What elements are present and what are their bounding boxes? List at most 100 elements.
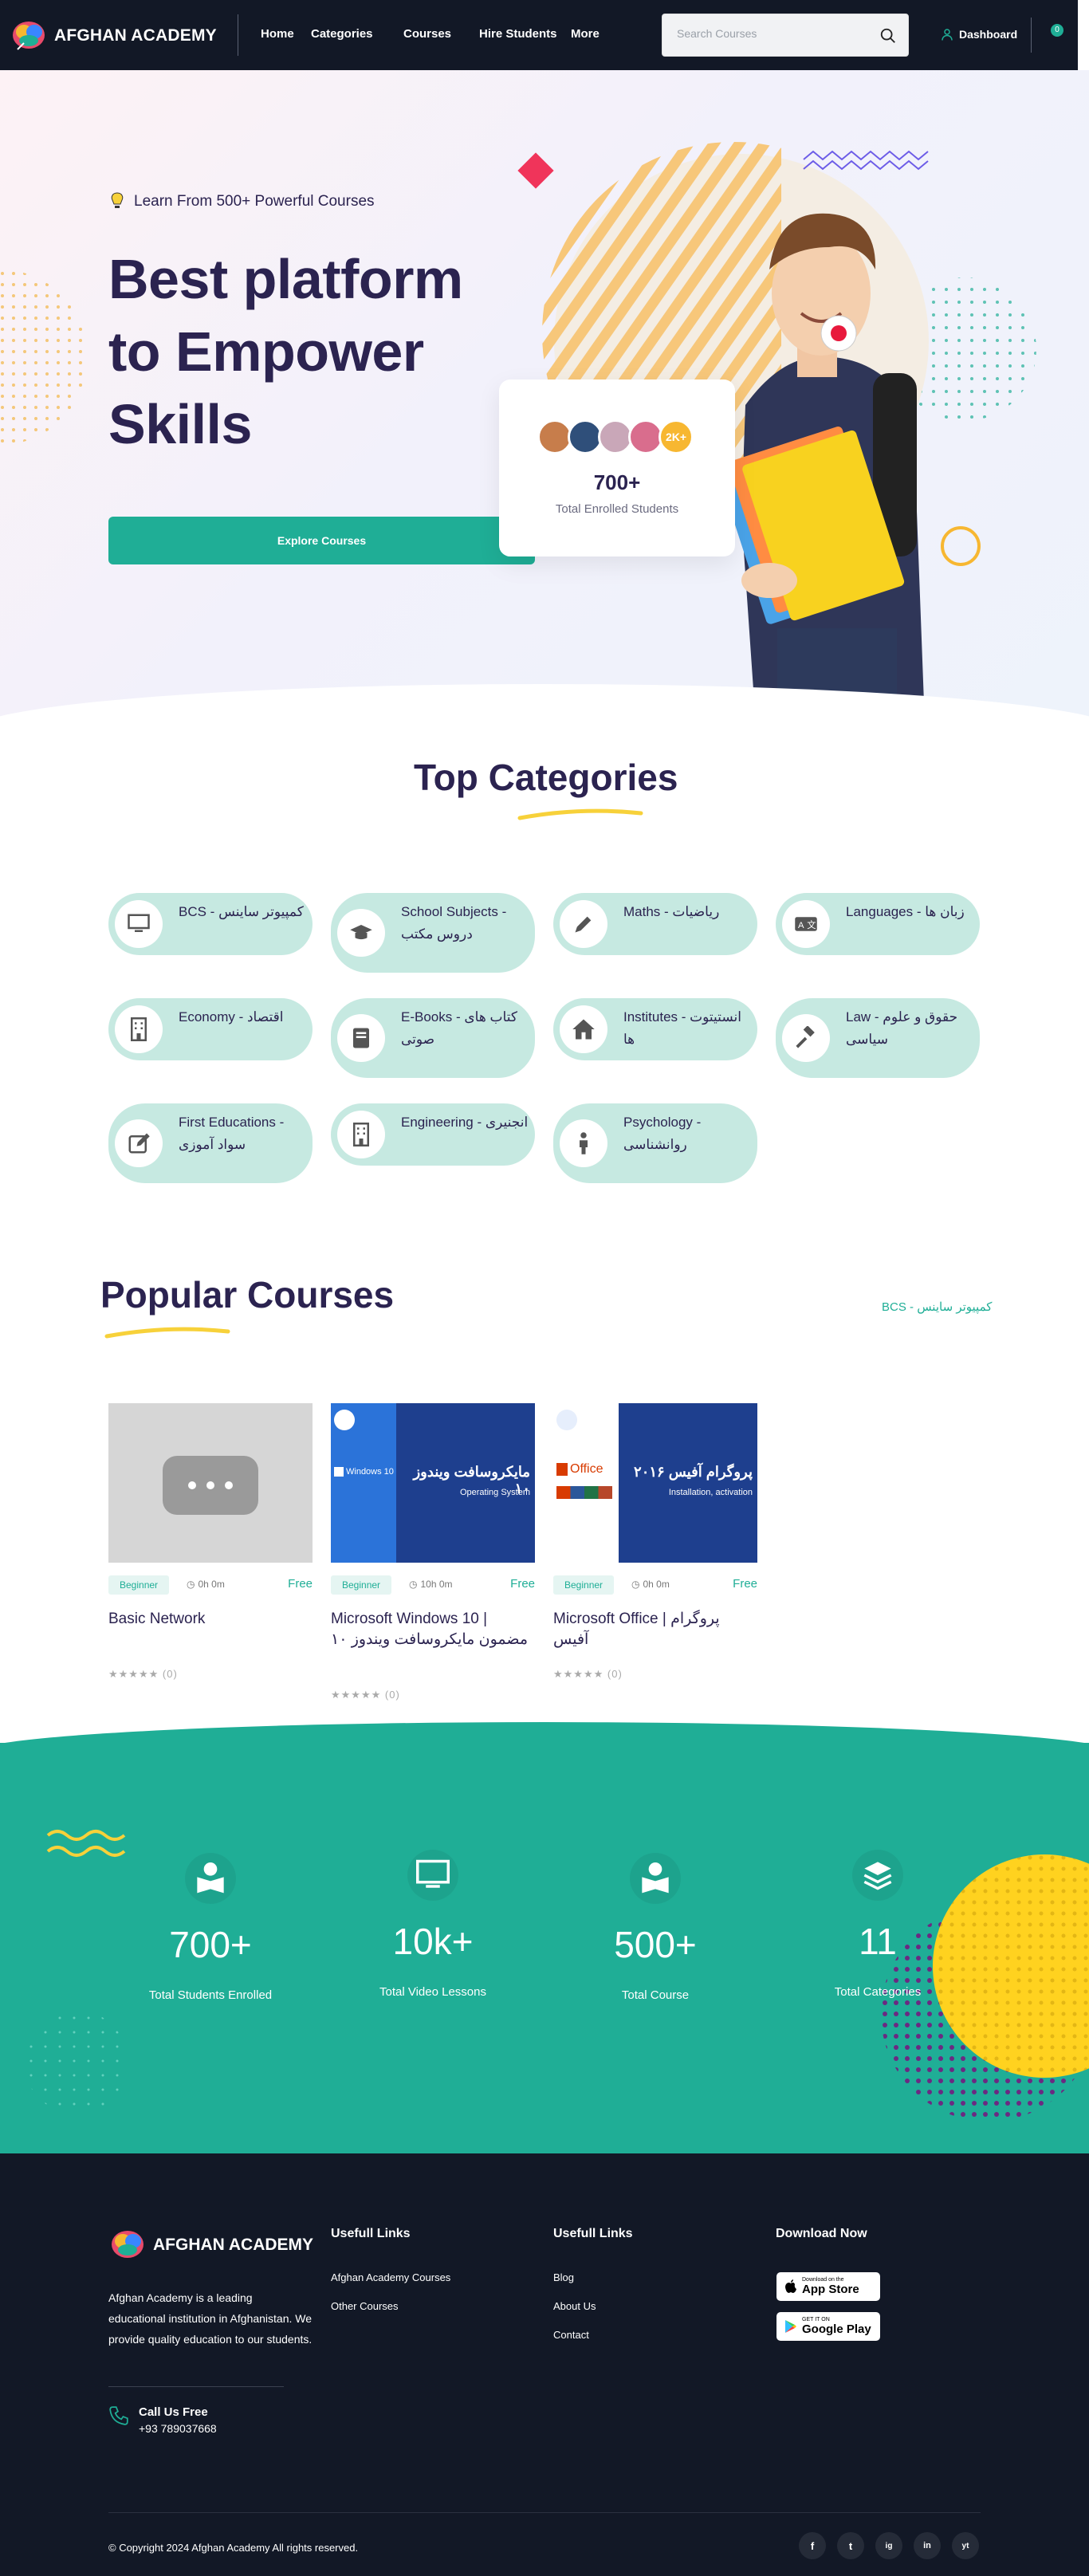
course-filter-link[interactable]: BCS - کمپیوتر ساینس	[882, 1300, 992, 1314]
review-count: (0)	[384, 1689, 400, 1701]
tagline-text: Learn From 500+ Powerful Courses	[134, 193, 375, 210]
course-thumbnail[interactable]: Office پروگرام آفیس ۲۰۱۶ Installation, a…	[553, 1403, 757, 1563]
category-label: First Educations - سواد آموزی	[179, 1115, 285, 1152]
stat-label: Total Students Enrolled	[148, 1988, 273, 2002]
category-economy[interactable]: Economy - اقتصاد	[108, 998, 313, 1060]
phone-icon	[109, 2406, 128, 2425]
page: AFGHAN ACADEMY Home Categories Courses H…	[0, 0, 1089, 2576]
gplay-big: Google Play	[802, 2322, 871, 2336]
hero-title-line-1: Best platform	[108, 248, 463, 310]
category-ebooks[interactable]: E-Books - کتاب های صوتی	[331, 998, 535, 1078]
hero-title: Best platform to Empower Skills	[108, 243, 555, 461]
academy-logo-icon	[556, 1410, 577, 1430]
popular-courses-title: Popular Courses	[100, 1274, 395, 1316]
book-icon	[353, 1028, 369, 1048]
building-icon	[353, 1123, 369, 1146]
enrolled-students-card: 2K+ 700+ Total Enrolled Students	[499, 380, 735, 556]
category-school-subjects[interactable]: School Subjects - دروس مکتب	[331, 893, 535, 973]
stat-label: Total Categories	[834, 1985, 922, 1999]
enrolled-count: 700+	[593, 470, 641, 494]
apple-icon	[785, 2279, 796, 2293]
footer-link[interactable]: Other Courses	[331, 2300, 399, 2312]
course-thumbnail[interactable]: Windows 10 مایکروسافت ویندوز ۱۰ Operatin…	[331, 1403, 535, 1563]
pencil-icon	[575, 916, 592, 933]
instagram-icon[interactable]: ig	[875, 2532, 902, 2559]
course-title[interactable]: Microsoft Office | پروگرام آفیس	[553, 1609, 757, 1650]
stat-value: 10k+	[392, 1921, 474, 1962]
stat-value: 11	[859, 1921, 897, 1962]
footer-about: Afghan Academy is a leading educational …	[108, 2291, 313, 2346]
links-heading-1: Usefull Links	[331, 2227, 411, 2240]
footer-link-blog[interactable]: Blog	[553, 2271, 574, 2283]
course-card[interactable]: Office پروگرام آفیس ۲۰۱۶ Installation, a…	[553, 1403, 757, 1680]
clock-icon: ◷	[631, 1579, 640, 1590]
call-number[interactable]: +93 789037668	[139, 2422, 217, 2435]
review-count: (0)	[162, 1668, 178, 1680]
category-languages[interactable]: A文 Languages - زبان ها	[776, 893, 980, 955]
dashboard-label: Dashboard	[959, 28, 1018, 41]
menu-categories[interactable]: Categories	[311, 27, 373, 41]
app-store-button[interactable]: Download on the App Store	[776, 2272, 880, 2301]
title-underline	[104, 1327, 230, 1339]
google-play-button[interactable]: GET IT ON Google Play	[776, 2312, 880, 2341]
language-icon: A文	[795, 917, 817, 931]
monitor-icon	[416, 1859, 450, 1888]
search-bar	[662, 14, 909, 57]
office-logo: Office	[556, 1462, 603, 1477]
course-duration: ◷ 0h 0m	[187, 1579, 225, 1590]
star-rating-icons: ★★★★★	[331, 1689, 382, 1701]
brand-logo[interactable]: AFGHAN ACADEMY	[10, 16, 217, 56]
footer-brand[interactable]: AFGHAN ACADEMY	[108, 2225, 313, 2265]
building-icon	[131, 1017, 147, 1041]
hero-title-line-3: Skills	[108, 393, 252, 455]
explore-courses-button[interactable]: Explore Courses	[108, 517, 535, 564]
category-maths[interactable]: Maths - ریاضیات	[553, 893, 757, 955]
category-label: Psychology - روانشناسی	[623, 1115, 702, 1152]
stat-label: Total Video Lessons	[379, 1985, 486, 1999]
category-label: BCS - کمپیوتر ساینس	[179, 904, 304, 919]
category-psychology[interactable]: Psychology - روانشناسی	[553, 1103, 757, 1183]
footer-call[interactable]: Call Us Free +93 789037668	[108, 2405, 217, 2435]
linkedin-icon[interactable]: in	[914, 2532, 941, 2559]
menu-courses[interactable]: Courses	[403, 27, 451, 41]
category-first-educations[interactable]: First Educations - سواد آموزی	[108, 1103, 313, 1183]
search-input[interactable]	[677, 27, 868, 40]
twitter-icon[interactable]: t	[837, 2532, 864, 2559]
cart-count-badge[interactable]: 0	[1051, 24, 1063, 37]
course-title[interactable]: Basic Network	[108, 1609, 313, 1630]
svg-text:A: A	[798, 921, 804, 930]
footer-link[interactable]: Afghan Academy Courses	[331, 2271, 450, 2283]
category-institutes[interactable]: Institutes - انستیتوت ها	[553, 998, 757, 1060]
menu-more[interactable]: More	[571, 27, 600, 41]
course-card[interactable]: Beginner ◷ 0h 0m Free Basic Network ★★★★★…	[108, 1403, 313, 1680]
menu-hire-students[interactable]: Hire Students	[479, 27, 557, 41]
course-title[interactable]: Microsoft Windows 10 | مضمون مایکروسافت …	[331, 1609, 535, 1650]
category-engineering[interactable]: Engineering - انجنیری	[331, 1103, 535, 1166]
footer: AFGHAN ACADEMY Afghan Academy is a leadi…	[0, 2153, 1089, 2576]
stat-value: 700+	[169, 1924, 252, 1965]
person-icon	[580, 1132, 588, 1154]
footer-rule	[108, 2512, 981, 2513]
footer-link-contact[interactable]: Contact	[553, 2329, 589, 2341]
star-rating-icons: ★★★★★	[553, 1668, 604, 1680]
course-thumbnail[interactable]	[108, 1403, 313, 1563]
banner-title: پروگرام آفیس ۲۰۱۶	[634, 1464, 753, 1480]
brain-logo-icon	[13, 22, 45, 50]
google-play-icon	[785, 2320, 796, 2333]
course-rating: ★★★★★ (0)	[108, 1668, 178, 1681]
course-card[interactable]: Windows 10 مایکروسافت ویندوز ۱۰ Operatin…	[331, 1403, 535, 1701]
menu-home[interactable]: Home	[261, 27, 294, 41]
category-law[interactable]: Law - حقوق و علوم سیاسی	[776, 998, 980, 1078]
course-price: Free	[733, 1577, 757, 1591]
youtube-icon[interactable]: yt	[952, 2532, 979, 2559]
search-icon[interactable]	[879, 27, 897, 45]
category-label: School Subjects - دروس مکتب	[401, 904, 507, 942]
category-bcs[interactable]: BCS - کمپیوتر ساینس	[108, 893, 313, 955]
footer-link-about[interactable]: About Us	[553, 2300, 596, 2312]
clock-icon: ◷	[409, 1579, 418, 1590]
academy-logo-icon	[334, 1410, 355, 1430]
svg-text:文: 文	[807, 919, 816, 930]
dashboard-link[interactable]: Dashboard	[940, 27, 1017, 41]
hero-section: Learn From 500+ Powerful Courses Best pl…	[0, 70, 1089, 733]
facebook-icon[interactable]: f	[799, 2532, 826, 2559]
